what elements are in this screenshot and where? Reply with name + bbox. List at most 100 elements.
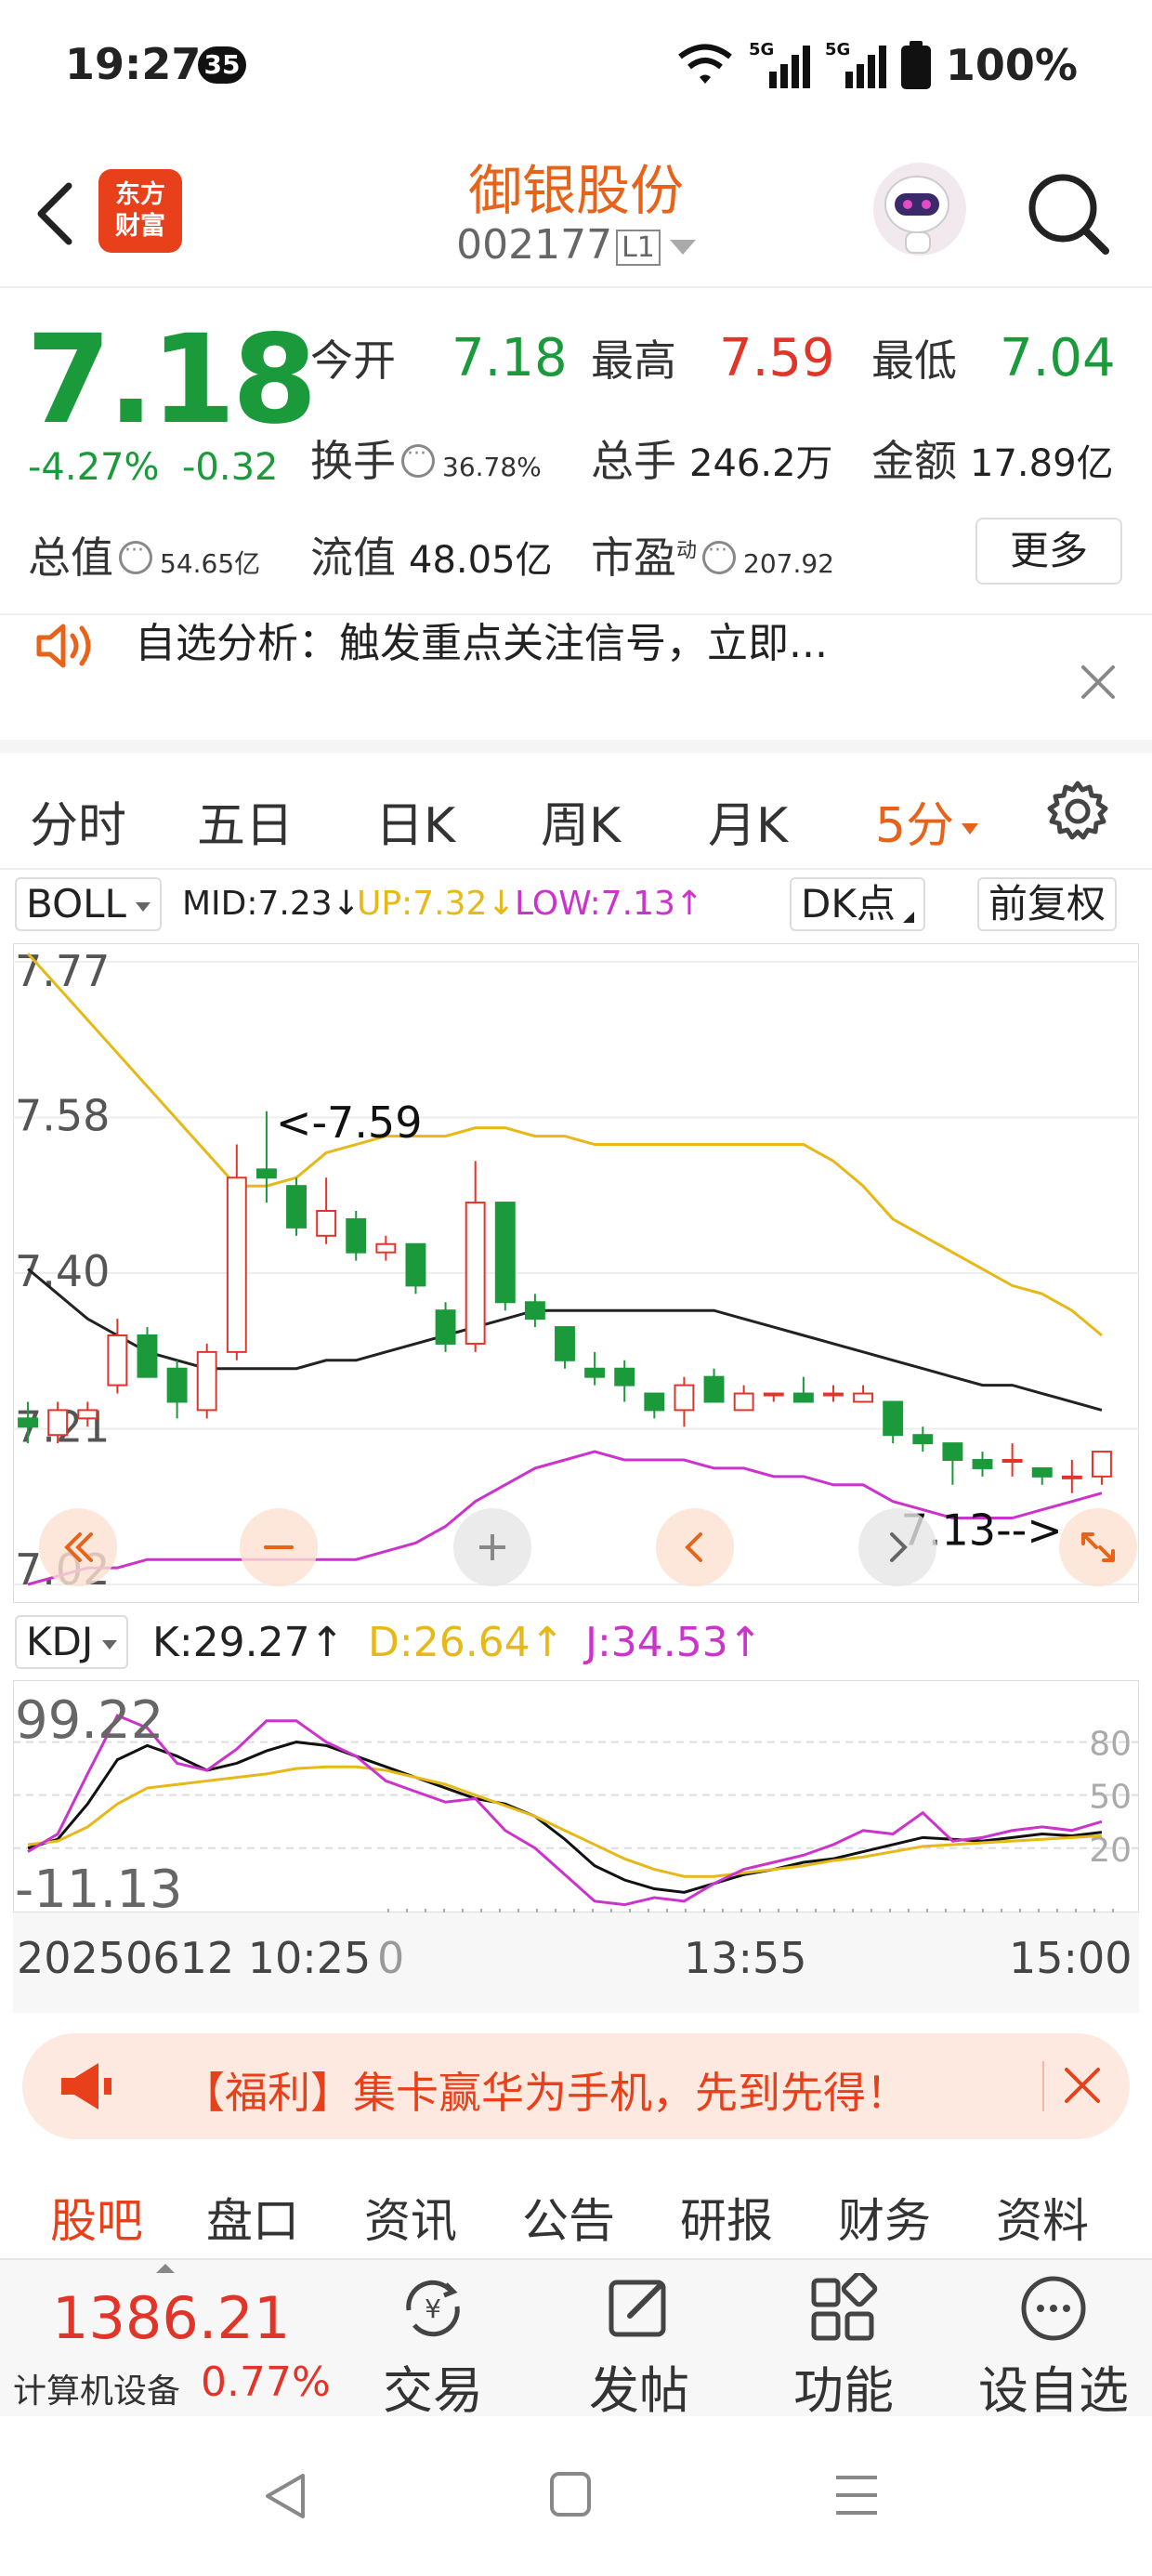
- candle: [137, 1327, 158, 1378]
- candle: [346, 1211, 367, 1261]
- boll-up-value: UP:7.32↓: [357, 885, 516, 923]
- candle-body: [1061, 1475, 1082, 1479]
- search-icon[interactable]: [1022, 167, 1115, 260]
- page-left-fast-icon[interactable]: [39, 1508, 117, 1586]
- main-indicator-select[interactable]: BOLL: [15, 877, 162, 931]
- pe-label: 市盈: [591, 532, 676, 583]
- hidden-info-icon[interactable]: [119, 539, 152, 574]
- trade-icon: ¥: [406, 2280, 460, 2337]
- candle: [196, 1343, 217, 1419]
- close-icon[interactable]: [1078, 662, 1119, 703]
- candle-body: [286, 1185, 307, 1229]
- more-button[interactable]: 更多: [975, 518, 1122, 585]
- watch-label: 设自选: [978, 2361, 1129, 2420]
- zoom-out-icon[interactable]: [240, 1508, 318, 1586]
- page-right-icon[interactable]: [858, 1508, 936, 1586]
- speaker-icon: [36, 624, 91, 668]
- candle-body: [316, 1210, 337, 1237]
- amount-label: 金额: [871, 436, 957, 486]
- nav-home-icon[interactable]: [548, 2470, 593, 2518]
- quote-panel: 7.18 -4.27% -0.32 今开 7.18 最高 7.59 最低 7.04 换…: [0, 290, 1152, 615]
- float-cap-value: 48.05亿: [409, 539, 553, 582]
- candle-body: [912, 1434, 934, 1445]
- function-button[interactable]: 功能: [760, 2273, 927, 2420]
- time-zero: 0: [377, 1933, 405, 1983]
- page-right-icon-bg: [858, 1508, 936, 1586]
- time-mid: 13:55: [684, 1933, 807, 1983]
- candle-body: [166, 1367, 188, 1403]
- open-label: 今开: [310, 335, 396, 386]
- wifi-icon: [678, 44, 732, 84]
- add-watchlist-button[interactable]: 设自选: [962, 2273, 1145, 2420]
- kdj-chart[interactable]: 805020 99.22-11.13: [13, 1680, 1139, 1912]
- candlestick-chart[interactable]: 7.777.587.407.217.02 <-7.597.13-->: [13, 943, 1139, 1603]
- y-tick-label: 7.58: [15, 1091, 110, 1141]
- assistant-robot-icon[interactable]: [869, 158, 971, 260]
- tab-guba[interactable]: 股吧: [50, 2184, 143, 2251]
- zoom-in-icon[interactable]: [453, 1508, 531, 1586]
- tab-news[interactable]: 资讯: [364, 2184, 457, 2251]
- signal-5g-icon-2: 5G: [825, 40, 886, 88]
- nav-menu-icon[interactable]: [832, 2472, 881, 2518]
- tab-research[interactable]: 研报: [680, 2184, 773, 2251]
- tab-daily-k[interactable]: 日K: [375, 786, 455, 856]
- tab-weekly-k[interactable]: 周K: [541, 786, 621, 856]
- candle-body: [137, 1334, 158, 1378]
- market-cap-value: 54.65亿: [160, 548, 261, 579]
- candle-body: [435, 1309, 456, 1345]
- adjust-select[interactable]: 前复权: [977, 877, 1118, 931]
- content-tabs: 股吧 盘口 资讯 公告 研报 财务 资料: [0, 2165, 1152, 2258]
- candle-body: [703, 1375, 725, 1403]
- tab-time-share[interactable]: 分时: [30, 786, 126, 856]
- tab-5-minute[interactable]: 5分: [875, 786, 978, 856]
- gear-icon[interactable]: [1045, 779, 1110, 844]
- hidden-info-icon[interactable]: [702, 539, 737, 574]
- tab-monthly-k[interactable]: 月K: [708, 786, 788, 856]
- kdj-max-label: 99.22: [15, 1690, 164, 1751]
- kdj-level-label: 50: [1089, 1779, 1132, 1817]
- period-tabs: 分时 五日 日K 周K 月K 5分: [0, 740, 1152, 870]
- tab-financials[interactable]: 财务: [838, 2184, 931, 2251]
- fullscreen-icon[interactable]: [1059, 1508, 1137, 1586]
- dk-point-select[interactable]: DK点: [790, 877, 925, 931]
- trade-button[interactable]: ¥ 交易: [349, 2273, 517, 2420]
- tab-five-day[interactable]: 五日: [197, 786, 294, 856]
- pe-stat: 市盈动 207.92: [591, 524, 834, 585]
- nav-back-icon[interactable]: [262, 2470, 310, 2522]
- candle-body: [47, 1409, 69, 1437]
- status-bar: 19:27 35 5G 5G 100%: [0, 0, 1152, 139]
- function-label: 功能: [793, 2361, 894, 2420]
- high-stat: 最高 7.59: [591, 327, 835, 388]
- candle: [286, 1177, 307, 1236]
- promo-text: 【福利】集卡赢华为手机，先到先得！: [182, 2068, 909, 2118]
- more-dots-icon: [1021, 2276, 1086, 2341]
- hidden-info-icon[interactable]: [401, 442, 435, 478]
- tab-profile[interactable]: 资料: [996, 2184, 1089, 2251]
- page-left-icon[interactable]: [656, 1508, 734, 1586]
- tab-announcements[interactable]: 公告: [522, 2184, 615, 2251]
- float-cap-stat: 流值 48.05亿: [310, 524, 553, 585]
- post-label: 发帖: [589, 2361, 689, 2420]
- promo-banner[interactable]: 【福利】集卡赢华为手机，先到先得！: [22, 2033, 1130, 2139]
- sub-indicator-select[interactable]: KDJ: [15, 1615, 129, 1669]
- amount-value: 17.89亿: [970, 442, 1114, 485]
- open-stat: 今开 7.18: [310, 327, 568, 388]
- candle-body: [823, 1392, 844, 1397]
- candle-body: [226, 1176, 247, 1353]
- volume-stat: 总手 246.2万: [591, 427, 833, 489]
- tab-order-book[interactable]: 盘口: [206, 2184, 299, 2251]
- stock-code-switcher[interactable]: 002177 L1: [0, 221, 1152, 269]
- close-icon[interactable]: [1061, 2064, 1104, 2107]
- float-cap-label: 流值: [310, 532, 396, 583]
- candle-body: [792, 1392, 814, 1403]
- candle-body: [255, 1168, 277, 1179]
- network-label-2: 5G: [825, 40, 850, 59]
- battery-icon: [900, 41, 931, 89]
- analysis-notice[interactable]: 自选分析：触发重点关注信号，立即...: [0, 613, 1152, 739]
- candle-body: [524, 1301, 545, 1321]
- post-button[interactable]: 发帖: [556, 2273, 723, 2420]
- pe-dynamic-mark: 动: [676, 539, 698, 563]
- market-cap-stat: 总值 54.65亿: [28, 524, 260, 585]
- candle-body: [763, 1392, 784, 1397]
- candle: [226, 1144, 247, 1360]
